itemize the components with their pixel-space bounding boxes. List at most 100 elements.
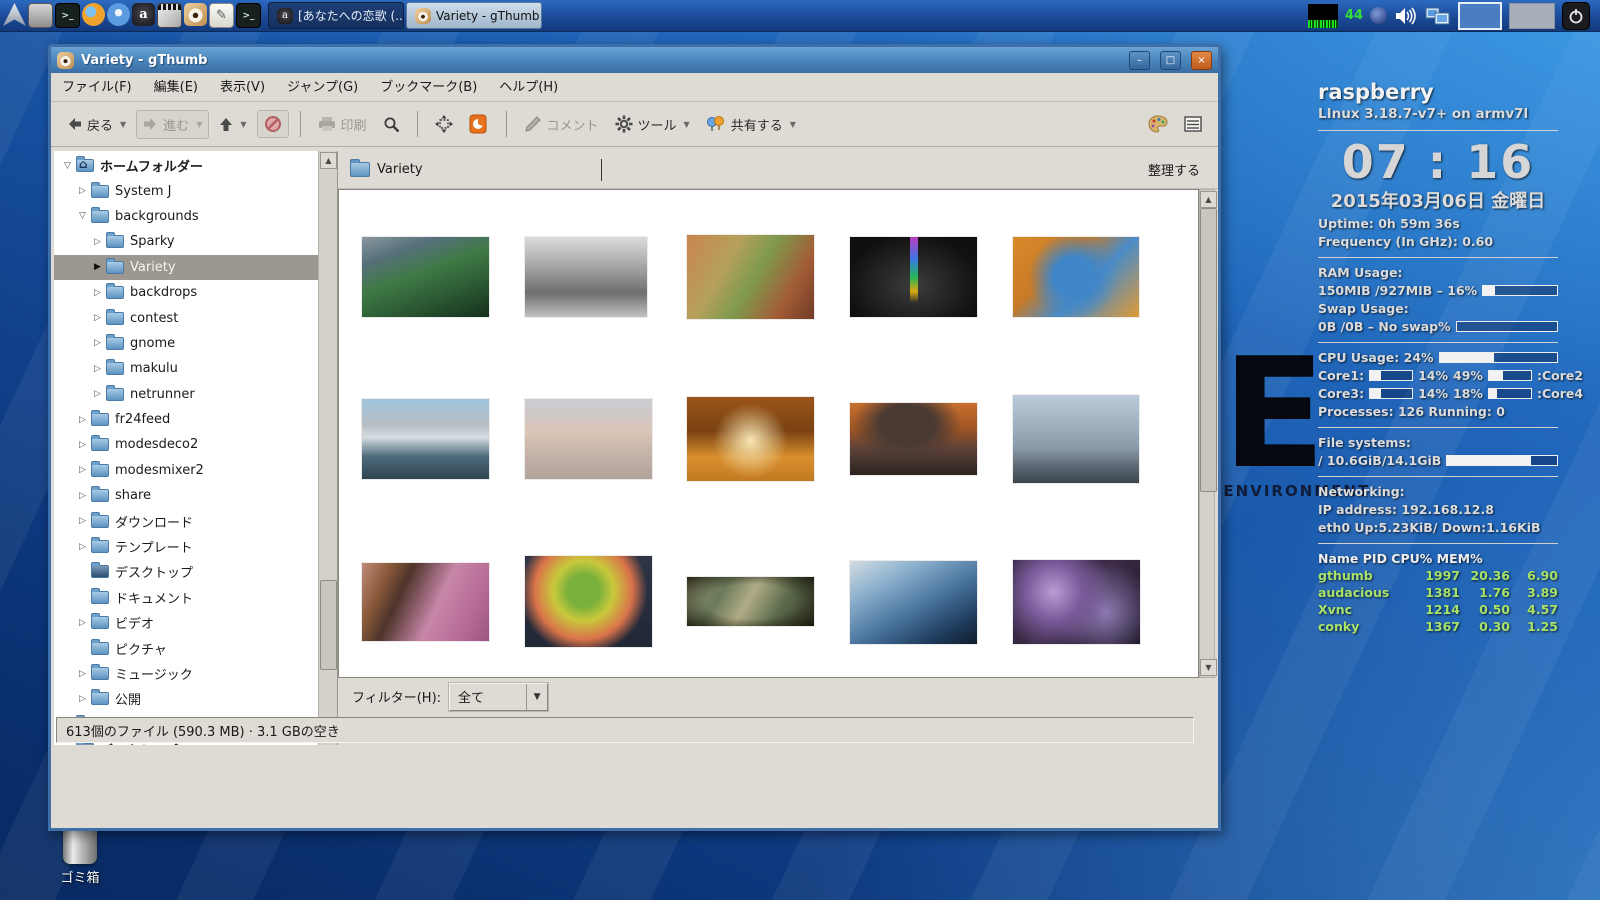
expander-icon[interactable]: ▷ xyxy=(75,669,90,679)
sidebar-item-ビデオ[interactable]: ▷ビデオ xyxy=(54,610,319,635)
menu-item-1[interactable]: 編集(E) xyxy=(143,74,209,101)
main-scrollbar[interactable]: ▲ ▼ xyxy=(1199,189,1215,678)
view-list-button[interactable] xyxy=(1178,112,1208,136)
thumb-pink-petals-trees[interactable] xyxy=(362,563,489,641)
sidebar-item-ダウンロード[interactable]: ▷ダウンロード xyxy=(54,508,319,533)
organize-button[interactable]: 整理する xyxy=(1142,157,1206,182)
expander-icon[interactable]: ▷ xyxy=(75,415,90,425)
tools-button[interactable]: ツール ▼ xyxy=(609,111,696,138)
sidebar-item-backdrops[interactable]: ▷backdrops xyxy=(54,280,319,305)
expander-icon[interactable]: ▷ xyxy=(75,440,90,450)
sidebar-item-テンプレート[interactable]: ▷テンプレート xyxy=(54,534,319,559)
expander-icon[interactable]: ▽ xyxy=(75,211,90,221)
fullscreen-button[interactable] xyxy=(429,111,459,137)
sidebar-item-fr24feed[interactable]: ▷fr24feed xyxy=(54,407,319,432)
sidebar-item-Variety[interactable]: ▶Variety xyxy=(54,255,319,280)
menu-item-5[interactable]: ヘルプ(H) xyxy=(488,74,569,101)
menu-logo-icon[interactable] xyxy=(3,3,26,26)
sidebar-item-modesdeco2[interactable]: ▷modesdeco2 xyxy=(54,432,319,457)
expander-icon[interactable]: ▷ xyxy=(75,542,90,552)
sidebar-item-makulu[interactable]: ▷makulu xyxy=(54,356,319,381)
expander-icon[interactable]: ▷ xyxy=(75,516,90,526)
thumb-cathedral-grayscale[interactable] xyxy=(525,237,647,317)
expander-icon[interactable]: ▷ xyxy=(90,237,105,247)
scroll-up-icon[interactable]: ▲ xyxy=(1200,191,1217,208)
notes-icon[interactable]: ✎ xyxy=(209,3,234,28)
thumb-stone-bridge[interactable] xyxy=(1013,395,1139,483)
expander-icon[interactable]: ▷ xyxy=(90,338,105,348)
terminal-icon[interactable]: >_ xyxy=(55,3,80,28)
sidebar-item-ドキュメント[interactable]: ドキュメント xyxy=(54,585,319,610)
palette-button[interactable] xyxy=(1142,111,1174,137)
expander-icon[interactable]: ▽ xyxy=(60,161,75,171)
sidebar-item-gnome[interactable]: ▷gnome xyxy=(54,331,319,356)
sidebar-item-Sparky[interactable]: ▷Sparky xyxy=(54,229,319,254)
expander-icon[interactable]: ▷ xyxy=(90,389,105,399)
expander-icon[interactable]: ▷ xyxy=(90,364,105,374)
terminal2-icon[interactable]: >_ xyxy=(236,3,261,28)
expander-icon[interactable]: ▷ xyxy=(75,186,90,196)
thumb-volcano-eruption[interactable] xyxy=(850,403,977,475)
thumb-harbor-boats[interactable] xyxy=(362,399,489,479)
window-titlebar[interactable]: Variety - gThumb – □ × xyxy=(51,47,1218,73)
expander-icon[interactable]: ▷ xyxy=(75,694,90,704)
chromium-icon[interactable] xyxy=(107,3,130,26)
gthumb-icon[interactable] xyxy=(184,3,207,26)
maximize-button[interactable]: □ xyxy=(1160,51,1181,70)
thumb-purple-nebula[interactable] xyxy=(1013,560,1140,644)
menu-item-2[interactable]: 表示(V) xyxy=(209,74,276,101)
thumb-mountain-waterfall[interactable] xyxy=(362,237,489,317)
menu-item-3[interactable]: ジャンプ(G) xyxy=(276,74,369,101)
thumb-sailboat-dusk[interactable] xyxy=(525,399,652,479)
network-icon[interactable] xyxy=(1425,5,1451,27)
thumb-satellite-earth[interactable] xyxy=(850,561,977,644)
firefox-icon[interactable] xyxy=(82,3,105,26)
forward-button[interactable]: 進む ▼ xyxy=(136,110,209,139)
thumb-camo-texture[interactable] xyxy=(687,577,814,626)
sidebar-scroll-thumb[interactable] xyxy=(320,580,337,670)
sidebar-item-netrunner[interactable]: ▷netrunner xyxy=(54,382,319,407)
media-player-icon[interactable] xyxy=(157,3,182,28)
up-button[interactable]: ▼ xyxy=(213,113,252,136)
menu-item-0[interactable]: ファイル(F) xyxy=(51,74,143,101)
sidebar-item-modesmixer2[interactable]: ▷modesmixer2 xyxy=(54,458,319,483)
menu-item-4[interactable]: ブックマーク(B) xyxy=(369,74,488,101)
thumb-maple-leaves-fan[interactable] xyxy=(525,556,652,647)
sidebar-item-ミュージック[interactable]: ▷ミュージック xyxy=(54,661,319,686)
expander-icon[interactable]: ▷ xyxy=(75,465,90,475)
slideshow-button[interactable] xyxy=(463,110,495,138)
sidebar-item-公開[interactable]: ▷公開 xyxy=(54,686,319,711)
sidebar-item-ピクチャ[interactable]: ピクチャ xyxy=(54,635,319,660)
up-chevron-icon[interactable]: ▼ xyxy=(240,120,246,129)
thumb-lighter-rainbow-flame[interactable] xyxy=(850,237,977,317)
sidebar-item-share[interactable]: ▷share xyxy=(54,483,319,508)
sidebar-item-System J[interactable]: ▷System J xyxy=(54,178,319,203)
search-button[interactable] xyxy=(377,112,406,137)
pager-desktop-1[interactable] xyxy=(1458,2,1502,30)
filter-dropdown-icon[interactable]: ▼ xyxy=(526,684,547,710)
expander-icon[interactable]: ▷ xyxy=(75,491,90,501)
power-button[interactable] xyxy=(1562,2,1590,30)
thumb-autumn-forest-path[interactable] xyxy=(687,397,814,481)
sidebar-item-デスクトップ[interactable]: デスクトップ xyxy=(54,559,319,584)
computer-icon[interactable] xyxy=(28,3,53,28)
expander-icon[interactable]: ▷ xyxy=(90,288,105,298)
thumb-autumn-trees-sky[interactable] xyxy=(1013,237,1139,317)
close-button[interactable]: × xyxy=(1191,51,1212,70)
main-scroll-thumb[interactable] xyxy=(1200,208,1217,492)
sidebar-item-contest[interactable]: ▷contest xyxy=(54,305,319,330)
audacious-icon[interactable]: a xyxy=(132,3,155,26)
expander-icon[interactable]: ▷ xyxy=(75,618,90,628)
sidebar-item-ホームフォルダー[interactable]: ▽ホームフォルダー xyxy=(54,153,319,178)
comment-button[interactable]: コメント xyxy=(518,111,605,138)
pager-desktop-2[interactable] xyxy=(1509,3,1555,29)
task-audacious[interactable]: a[あなたへの恋歌 (... xyxy=(268,2,404,29)
sidebar-item-backgrounds[interactable]: ▽backgrounds xyxy=(54,204,319,229)
share-button[interactable]: 共有する ▼ xyxy=(700,111,802,138)
volume-icon[interactable] xyxy=(1394,6,1418,26)
scroll-up-icon[interactable]: ▲ xyxy=(320,152,337,169)
cpu-graph-widget[interactable] xyxy=(1308,4,1338,28)
scroll-down-icon[interactable]: ▼ xyxy=(1200,659,1217,676)
back-chevron-icon[interactable]: ▼ xyxy=(120,120,126,129)
print-button[interactable]: 印刷 xyxy=(312,111,373,138)
